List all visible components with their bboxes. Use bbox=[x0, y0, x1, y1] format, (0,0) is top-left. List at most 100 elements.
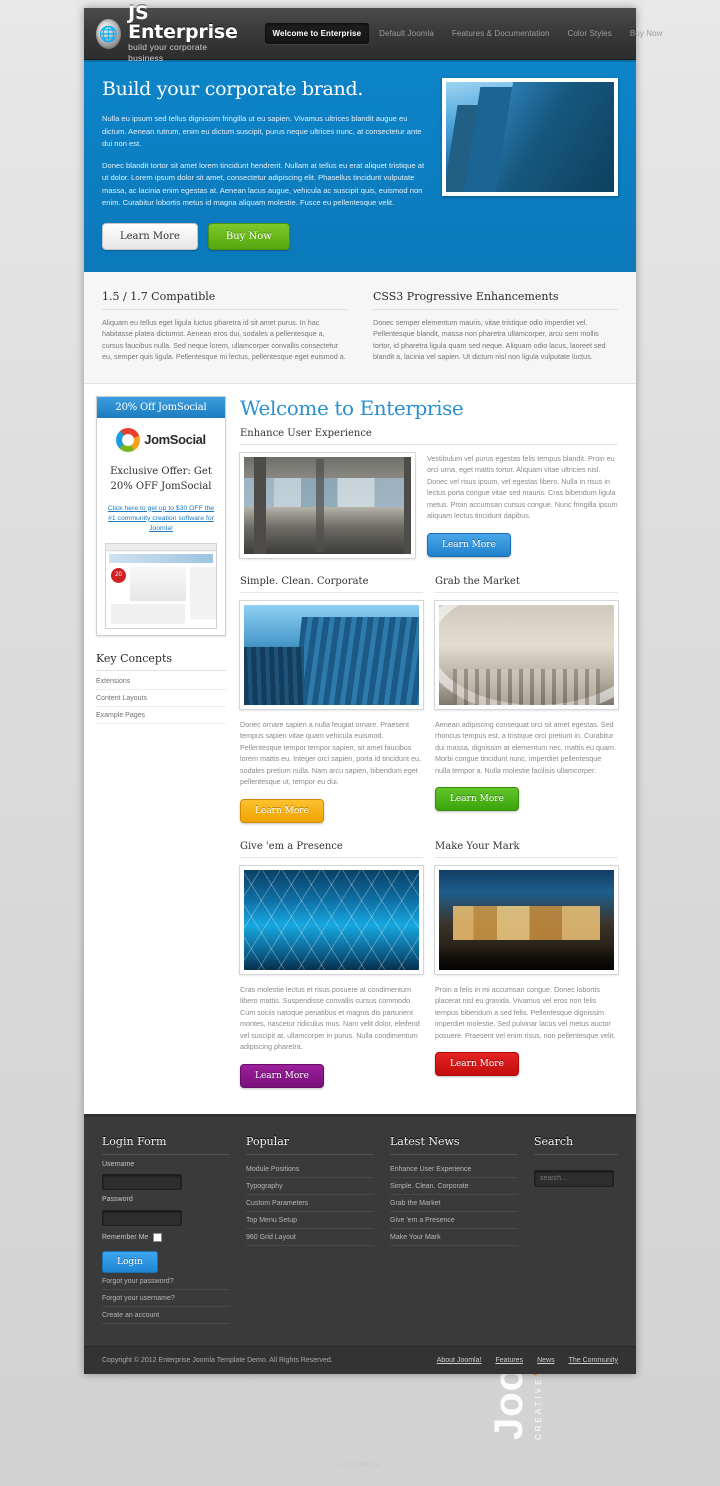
search-input[interactable] bbox=[534, 1169, 614, 1187]
nav-item-buy-now[interactable]: Buy Now bbox=[622, 23, 671, 44]
hero-learn-more-button[interactable]: Learn More bbox=[102, 222, 198, 250]
copyright-link-the-community[interactable]: The Community bbox=[569, 1357, 618, 1364]
create-account-link[interactable]: Create an account bbox=[102, 1307, 230, 1324]
article-title: Grab the Market bbox=[435, 576, 618, 593]
remember-me-label: Remember Me bbox=[102, 1233, 149, 1241]
main-navigation: Welcome to Enterprise Default Joomla Fea… bbox=[264, 23, 671, 44]
remember-me-row[interactable]: Remember Me bbox=[102, 1232, 230, 1242]
hero-banner: Build your corporate brand. Nulla eu ips… bbox=[84, 60, 636, 272]
password-input[interactable] bbox=[102, 1209, 182, 1226]
jomsocial-swirl-icon bbox=[116, 427, 141, 452]
sidebar: 20% Off JomSocial JomSocial Exclusive Of… bbox=[96, 395, 226, 1088]
copyright-text: Copyright © 2012 Enterprise Joomla Templ… bbox=[102, 1356, 333, 1364]
ad-screenshot: 20 bbox=[105, 542, 217, 629]
article-learn-more-button[interactable]: Learn More bbox=[240, 798, 324, 823]
key-concepts-title: Key Concepts bbox=[96, 652, 226, 671]
article-image bbox=[240, 452, 415, 558]
hero-paragraph-1: Nulla eu ipsum sed tellus dignissim frin… bbox=[102, 114, 422, 148]
nav-item-welcome[interactable]: Welcome to Enterprise bbox=[264, 23, 370, 44]
nav-item-default-joomla[interactable]: Default Joomla bbox=[371, 23, 442, 44]
hero-buy-now-button[interactable]: Buy Now bbox=[207, 222, 290, 250]
search-title: Search bbox=[534, 1135, 618, 1155]
article-body: Vestibulum vel purus egestas felis tempu… bbox=[427, 453, 618, 521]
search-module: Search bbox=[534, 1135, 618, 1324]
nav-item-features-documentation[interactable]: Features & Documentation bbox=[444, 23, 558, 44]
main-content: Welcome to Enterprise Enhance User Exper… bbox=[240, 396, 618, 1088]
article-image bbox=[240, 865, 423, 974]
brand-tagline: build your corporate business bbox=[128, 41, 208, 63]
key-concepts-item-extensions[interactable]: Extensions bbox=[96, 673, 226, 690]
ad-cta-link[interactable]: Click here to get up to $30 OFF the #1 c… bbox=[105, 504, 217, 534]
login-button[interactable]: Login bbox=[102, 1250, 158, 1273]
latest-news-title: Latest News bbox=[390, 1135, 518, 1155]
article-image bbox=[435, 600, 618, 709]
article-title: Simple. Clean. Corporate bbox=[240, 576, 423, 593]
ad-offer-line-1: Exclusive Offer: Get bbox=[110, 465, 212, 477]
article-body: Aenean adipiscing consequat orci sit ame… bbox=[435, 719, 616, 775]
article-grid-row-2: Give 'em a Presence Cras molestie lectus… bbox=[240, 841, 618, 1088]
brand-logo[interactable]: 🌐 JS Enterprise build your corporate bus… bbox=[96, 1, 243, 64]
news-item-simple-clean-corporate[interactable]: Simple. Clean. Corporate bbox=[390, 1178, 518, 1195]
article-learn-more-button[interactable]: Learn More bbox=[435, 1052, 519, 1076]
news-item-give-em-a-presence[interactable]: Give 'em a Presence bbox=[390, 1212, 518, 1229]
brand-title: JS Enterprise bbox=[128, 1, 238, 43]
article-learn-more-button[interactable]: Learn More bbox=[435, 787, 519, 811]
popular-item-module-positions[interactable]: Module Positions bbox=[246, 1161, 374, 1178]
ad-offer-line-2: 20% OFF JomSocial bbox=[110, 480, 212, 492]
site-container: 🌐 JS Enterprise build your corporate bus… bbox=[84, 3, 662, 1374]
feature-body: Aliquam eu tellus eget ligula luctus pha… bbox=[102, 317, 346, 362]
hero-paragraph-2: Donec blandit tortor sit amet lorem tinc… bbox=[102, 160, 425, 208]
page-title: Welcome to Enterprise bbox=[240, 395, 464, 420]
copyright-bar: Copyright © 2012 Enterprise Joomla Templ… bbox=[84, 1345, 636, 1374]
ad-link-line-1: Click here to get up to $30 OFF bbox=[107, 504, 203, 512]
remember-me-checkbox[interactable] bbox=[153, 1232, 163, 1242]
article-learn-more-button[interactable]: Learn More bbox=[240, 1063, 324, 1088]
article-make-your-mark: Make Your Mark Proin a felis in mi accum… bbox=[435, 841, 618, 1088]
article-grid-row-1: Simple. Clean. Corporate Donec ornare sa… bbox=[240, 576, 618, 823]
key-concepts-item-content-layouts[interactable]: Content Layouts bbox=[96, 690, 226, 707]
feature-block-css3: CSS3 Progressive Enhancements Donec semp… bbox=[373, 290, 618, 363]
article-body: Donec ornare sapien a nulla feugiat orna… bbox=[240, 719, 421, 787]
password-label: Password bbox=[102, 1196, 133, 1203]
ad-offer-text: Exclusive Offer: Get 20% OFF JomSocial bbox=[105, 464, 217, 494]
copyright-link-features[interactable]: Features bbox=[495, 1357, 523, 1364]
article-title: Enhance User Experience bbox=[240, 428, 618, 445]
page-footer-mark: JoomlaPack bbox=[339, 1462, 381, 1469]
site-footer: Login Form Username Password Remember Me… bbox=[84, 1113, 636, 1346]
jomsocial-wordmark: JomSocial bbox=[144, 432, 206, 447]
popular-item-960-grid-layout[interactable]: 960 Grid Layout bbox=[246, 1229, 374, 1246]
article-learn-more-button[interactable]: Learn More bbox=[427, 532, 511, 557]
article-body: Proin a felis in mi accumsan congue. Don… bbox=[435, 984, 616, 1040]
copyright-link-about-joomla[interactable]: About Joomla! bbox=[437, 1357, 482, 1364]
username-label: Username bbox=[102, 1160, 135, 1168]
article-image bbox=[240, 600, 423, 709]
feature-strip: 1.5 / 1.7 Compatible Aliquam eu tellus e… bbox=[84, 271, 636, 384]
news-item-grab-the-market[interactable]: Grab the Market bbox=[390, 1195, 518, 1212]
site-header: 🌐 JS Enterprise build your corporate bus… bbox=[84, 3, 662, 63]
feature-title: 1.5 / 1.7 Compatible bbox=[102, 290, 347, 310]
globe-icon: 🌐 bbox=[96, 18, 122, 49]
forgot-username-link[interactable]: Forgot your username? bbox=[102, 1290, 230, 1307]
hero-heading: Build your corporate brand. bbox=[102, 78, 364, 100]
key-concepts-item-example-pages[interactable]: Example Pages bbox=[96, 707, 226, 724]
popular-item-custom-parameters[interactable]: Custom Parameters bbox=[246, 1195, 374, 1212]
feature-body: Donec semper elementum mauris, vitae tri… bbox=[373, 317, 606, 362]
login-form-title: Login Form bbox=[102, 1135, 230, 1155]
popular-item-top-menu-setup[interactable]: Top Menu Setup bbox=[246, 1212, 374, 1229]
copyright-link-news[interactable]: News bbox=[537, 1357, 555, 1364]
article-title: Make Your Mark bbox=[435, 841, 618, 858]
username-input[interactable] bbox=[102, 1174, 182, 1190]
popular-title: Popular bbox=[246, 1135, 374, 1155]
news-item-enhance-user-experience[interactable]: Enhance User Experience bbox=[390, 1161, 518, 1178]
news-item-make-your-mark[interactable]: Make Your Mark bbox=[390, 1229, 518, 1246]
nav-item-color-styles[interactable]: Color Styles bbox=[560, 23, 620, 44]
popular-item-typography[interactable]: Typography bbox=[246, 1178, 374, 1195]
article-give-em-a-presence: Give 'em a Presence Cras molestie lectus… bbox=[240, 841, 423, 1088]
body-wrapper: 20% Off JomSocial JomSocial Exclusive Of… bbox=[84, 383, 636, 1114]
login-form-module: Login Form Username Password Remember Me… bbox=[102, 1135, 230, 1324]
article-simple-clean-corporate: Simple. Clean. Corporate Donec ornare sa… bbox=[240, 576, 423, 823]
jomsocial-ad[interactable]: 20% Off JomSocial JomSocial Exclusive Of… bbox=[96, 395, 226, 636]
ad-badge: 20 bbox=[111, 567, 126, 583]
forgot-password-link[interactable]: Forgot your password? bbox=[102, 1273, 230, 1290]
feature-title: CSS3 Progressive Enhancements bbox=[373, 290, 618, 310]
